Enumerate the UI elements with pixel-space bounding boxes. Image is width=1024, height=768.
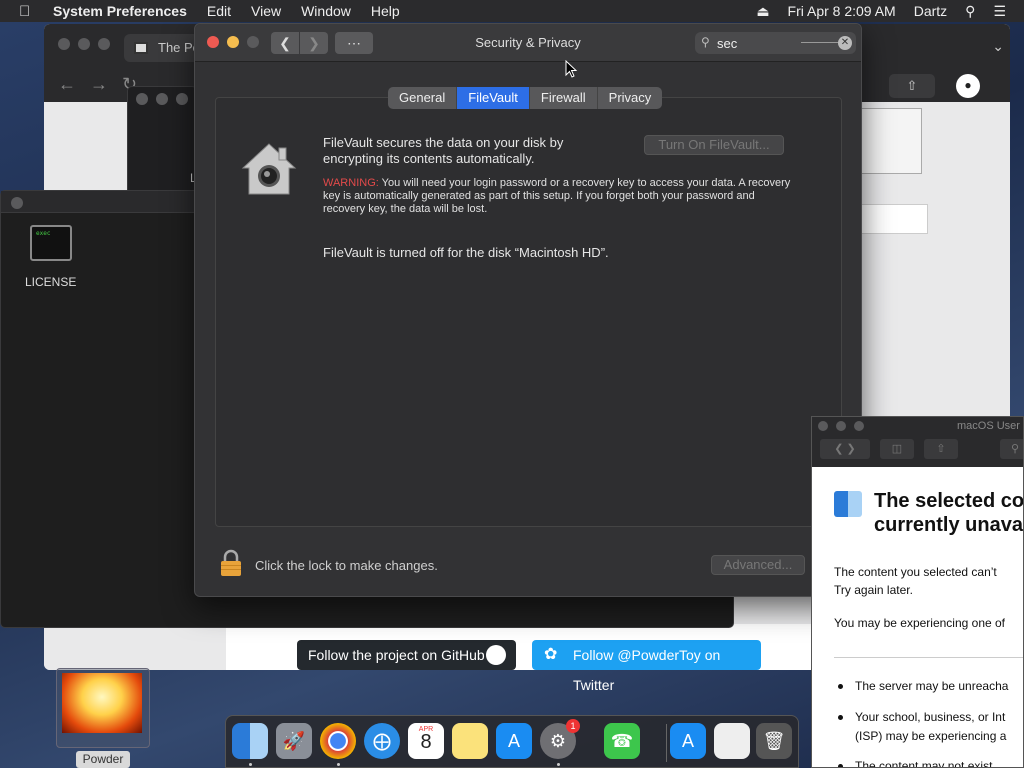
help-minimize-button[interactable]	[836, 421, 846, 431]
mouse-cursor-icon	[565, 60, 578, 78]
turn-on-filevault-button[interactable]: Turn On FileVault...	[644, 135, 784, 155]
github-follow-label: Follow the project on GitHub	[308, 647, 485, 663]
help-maximize-button[interactable]	[854, 421, 864, 431]
browser-minimize-button[interactable]	[78, 38, 90, 50]
tab-general[interactable]: General	[388, 87, 458, 109]
help-window-title: macOS User	[957, 420, 1020, 432]
github-follow-button[interactable]: Follow the project on GitHub	[297, 640, 516, 670]
search-slider	[801, 42, 839, 43]
finder-face-icon	[834, 491, 862, 517]
github-icon	[486, 645, 506, 665]
help-bullet: The server may be unreacha	[838, 677, 1008, 696]
help-share-icon[interactable]: ⇧	[924, 439, 958, 459]
search-input[interactable]	[717, 34, 807, 52]
menu-bar:  System Preferences Edit View Window He…	[0, 0, 1024, 22]
facetime-icon[interactable]: ☎	[604, 723, 640, 759]
sidebar-toggle-icon[interactable]: ◫	[880, 439, 914, 459]
twitter-bird-icon: ✿	[544, 646, 558, 663]
back-arrow-icon[interactable]: ←	[58, 74, 76, 95]
powder-app-icon[interactable]	[56, 668, 150, 748]
dock: 🚀 ⨁ APR 8 A ⚙ 1 ☎ A 🗑	[225, 715, 799, 768]
notes-icon[interactable]	[452, 723, 488, 759]
menu-user[interactable]: Dartz	[914, 3, 947, 19]
menu-window[interactable]: Window	[301, 3, 351, 19]
finder-maximize-button[interactable]	[11, 197, 23, 209]
menu-view[interactable]: View	[251, 3, 281, 19]
search-icon: ⚲	[701, 35, 710, 49]
win2-close-button[interactable]	[136, 93, 148, 105]
menu-datetime[interactable]: Fri Apr 8 2:09 AM	[788, 3, 896, 19]
help-nav-arrows-icon[interactable]: ❮ ❯	[820, 439, 870, 459]
trash-icon[interactable]: 🗑	[756, 723, 792, 759]
safari-compass-icon[interactable]: ⨁	[364, 723, 400, 759]
launchpad-icon[interactable]: 🚀	[276, 723, 312, 759]
security-privacy-window: ❮ ❯ ⋯ Security & Privacy ⚲ ✕ General Fil…	[194, 23, 862, 597]
clear-search-icon[interactable]: ✕	[838, 36, 852, 50]
exec-file-icon[interactable]: exec	[30, 225, 72, 261]
twitter-follow-button[interactable]: ✿ Follow @PowderToy on Twitter	[532, 640, 761, 693]
filevault-description: FileVault secures the data on your disk …	[323, 135, 564, 166]
notification-center-icon[interactable]: ☰	[993, 3, 1006, 20]
system-preferences-gear-icon[interactable]: ⚙ 1	[540, 719, 580, 759]
app-store-download-icon[interactable]: A	[670, 723, 706, 759]
help-bullet: Your school, business, or Int (ISP) may b…	[838, 708, 1006, 746]
page-input-box[interactable]	[852, 204, 928, 234]
eject-icon[interactable]: ⏏	[756, 3, 769, 20]
lock-message: Click the lock to make changes.	[255, 558, 438, 573]
win2-minimize-button[interactable]	[156, 93, 168, 105]
chrome-icon[interactable]	[320, 723, 356, 759]
tab-privacy[interactable]: Privacy	[598, 87, 663, 109]
lock-icon[interactable]	[220, 549, 242, 577]
apple-menu-icon[interactable]: 	[19, 3, 39, 20]
menu-app-name[interactable]: System Preferences	[53, 3, 187, 19]
menu-help[interactable]: Help	[371, 3, 400, 19]
finder-dock-icon[interactable]	[232, 723, 268, 759]
filevault-house-icon	[241, 143, 297, 195]
license-file-label[interactable]: LICENSE	[25, 275, 76, 289]
help-search-icon[interactable]: ⚲	[1000, 439, 1023, 459]
profile-avatar-icon[interactable]: ●	[956, 74, 980, 98]
help-viewer-window: macOS User ❮ ❯ ◫ ⇧ ⚲ The selected co cur…	[811, 416, 1024, 768]
calendar-icon[interactable]: APR 8	[408, 723, 444, 759]
help-paragraph: The content you selected can’t Try again…	[834, 565, 997, 597]
help-heading: The selected co currently unava	[874, 490, 1024, 536]
win2-maximize-button[interactable]	[176, 93, 188, 105]
chevron-down-icon[interactable]: ⌄	[992, 38, 1004, 55]
help-divider	[834, 657, 1023, 658]
help-bullet: The content may not exist	[838, 757, 992, 767]
tab-bar: General FileVault Firewall Privacy	[388, 87, 663, 109]
warning-text: You will need your login password or a r…	[323, 177, 791, 215]
filevault-warning: WARNING: You will need your login passwo…	[323, 177, 793, 216]
spotlight-icon[interactable]: ⚲	[965, 3, 975, 20]
window-titlebar: ❮ ❯ ⋯ Security & Privacy ⚲ ✕	[195, 24, 861, 62]
help-toolbar: macOS User ❮ ❯ ◫ ⇧ ⚲	[812, 417, 1023, 467]
warning-label: WARNING:	[323, 177, 379, 189]
document-icon[interactable]	[714, 723, 750, 759]
filevault-status: FileVault is turned off for the disk “Ma…	[323, 245, 609, 260]
share-icon[interactable]: ⇧	[889, 74, 935, 98]
search-field[interactable]: ⚲ ✕	[695, 32, 856, 54]
help-close-button[interactable]	[818, 421, 828, 431]
tab-filevault[interactable]: FileVault	[457, 87, 530, 109]
browser-maximize-button[interactable]	[98, 38, 110, 50]
menu-edit[interactable]: Edit	[207, 3, 231, 19]
twitter-follow-label: Follow @PowderToy on Twitter	[573, 647, 721, 693]
tab-favicon-icon	[134, 42, 148, 54]
help-paragraph-2: You may be experiencing one of	[834, 616, 1006, 630]
powder-label[interactable]: Powder	[76, 751, 130, 768]
app-store-icon[interactable]: A	[496, 723, 532, 759]
powder-thumbnail	[62, 673, 142, 733]
notification-badge: 1	[566, 719, 580, 733]
tab-firewall[interactable]: Firewall	[530, 87, 598, 109]
browser-close-button[interactable]	[58, 38, 70, 50]
advanced-button[interactable]: Advanced...	[711, 555, 805, 575]
forward-arrow-icon[interactable]: →	[90, 74, 108, 95]
